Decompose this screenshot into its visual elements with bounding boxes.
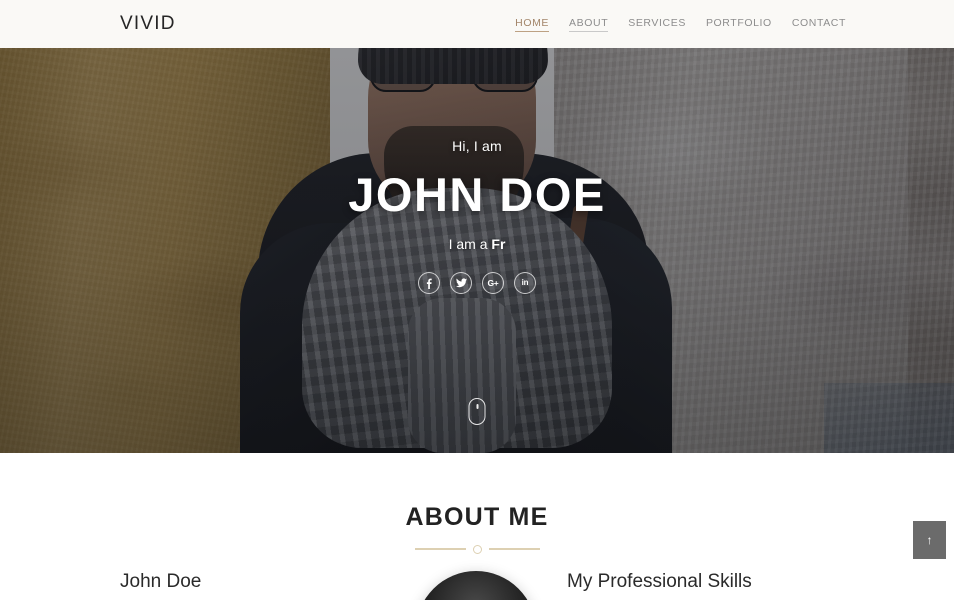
divider-line-right [488, 548, 540, 550]
site-header: VIVID HOME ABOUT SERVICES PORTFOLIO CONT… [0, 0, 954, 48]
google-plus-glyph: G+ [487, 277, 499, 288]
linkedin-glyph: in [521, 278, 529, 287]
hero-social-links: G+ in [418, 272, 536, 294]
hero-role-typed-text: Fr [491, 236, 506, 252]
about-skills-column: My Professional Skills [567, 571, 834, 600]
section-divider-ornament [414, 543, 540, 555]
google-plus-icon[interactable]: G+ [482, 272, 504, 294]
about-section-title: ABOUT ME [405, 503, 549, 531]
site-logo[interactable]: VIVID [120, 13, 176, 35]
nav-item-about[interactable]: ABOUT [569, 17, 609, 32]
divider-circle-icon [472, 544, 482, 554]
nav-item-services[interactable]: SERVICES [628, 17, 686, 32]
about-content-grid: John Doe My Professional Skills [0, 571, 954, 600]
about-skills-heading: My Professional Skills [567, 571, 752, 592]
about-person-name: John Doe [120, 571, 202, 592]
about-bio-column: John Doe [120, 571, 385, 600]
nav-item-home[interactable]: HOME [515, 17, 550, 32]
twitter-icon[interactable] [450, 272, 472, 294]
facebook-icon[interactable] [418, 272, 440, 294]
linkedin-icon[interactable]: in [514, 272, 536, 294]
hero-content: Hi, I am JOHN DOE I am a Fr G+ in [0, 48, 954, 453]
avatar [416, 571, 536, 600]
hero-role-typewriter: I am a Fr [449, 236, 506, 252]
hero-greeting: Hi, I am [452, 138, 502, 154]
divider-line-left [414, 548, 466, 550]
about-section: ABOUT ME John Doe My Professional Skills [0, 453, 954, 600]
arrow-up-icon: ↑ [926, 533, 933, 547]
hero-role-prefix: I am a [448, 236, 492, 252]
nav-item-portfolio[interactable]: PORTFOLIO [706, 17, 772, 32]
nav-item-contact[interactable]: CONTACT [792, 17, 846, 32]
primary-navigation: HOME ABOUT SERVICES PORTFOLIO CONTACT [515, 17, 846, 32]
hero-name: JOHN DOE [348, 168, 606, 221]
hero-banner: Hi, I am JOHN DOE I am a Fr G+ in [0, 48, 954, 453]
about-avatar-column [385, 571, 567, 600]
back-to-top-button[interactable]: ↑ [913, 521, 946, 559]
